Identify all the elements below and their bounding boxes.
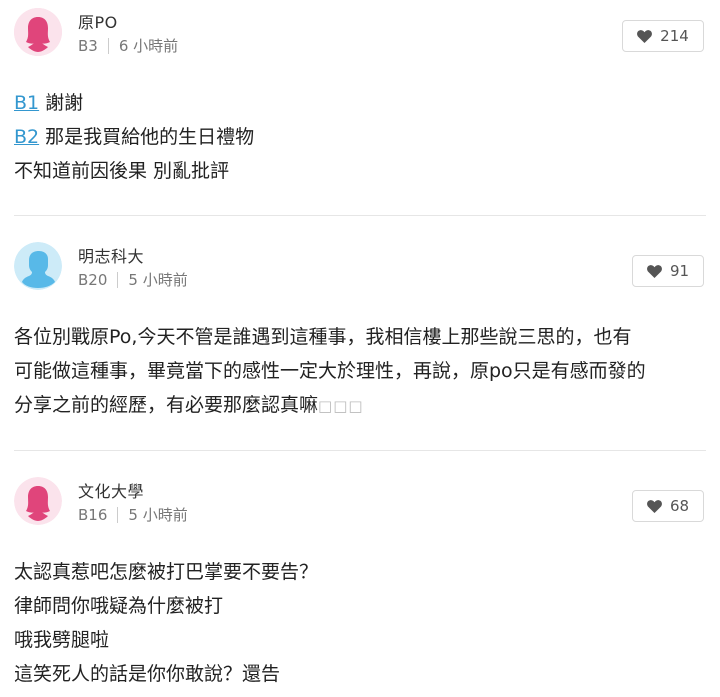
- comment-line: B1 謝謝: [14, 86, 708, 120]
- like-button[interactable]: 214: [622, 20, 704, 52]
- like-count: 68: [669, 497, 690, 515]
- comment-text: 分享之前的經歷，有必要那麼認真嘛: [14, 394, 319, 416]
- floor-number[interactable]: B3: [78, 37, 98, 55]
- female-avatar-icon[interactable]: [14, 477, 62, 525]
- comment-feed: 原PO B3 6 小時前 214 B1 謝謝 B2 那是我買給他的生日禮物 不知…: [0, 0, 720, 697]
- comment-body: 太認真惹吧怎麼被打巴掌要不要告？ 律師問你哦疑為什麼被打 哦我劈腿啦 這笑死人的…: [14, 555, 708, 691]
- comment-time: 5 小時前: [128, 506, 188, 524]
- comment-body: B1 謝謝 B2 那是我買給他的生日禮物 不知道前因後果 別亂批評: [14, 86, 708, 188]
- comment-author[interactable]: 明志科大: [78, 243, 144, 267]
- heart-icon: [647, 499, 662, 513]
- comment-line: 哦我劈腿啦: [14, 629, 110, 651]
- meta-divider: [117, 271, 119, 288]
- comment-line: 這笑死人的話是你你敢說？還告: [14, 663, 281, 685]
- comment-line: 太認真惹吧怎麼被打巴掌要不要告？: [14, 561, 319, 583]
- comment-time: 5 小時前: [128, 271, 188, 289]
- comment-meta: B20 5 小時前: [78, 269, 188, 290]
- heart-icon: [637, 29, 653, 43]
- unrendered-emoji: □□□: [318, 397, 364, 415]
- comment-line: 分享之前的經歷，有必要那麼認真嘛□□□: [14, 388, 708, 423]
- comment-meta: B16 5 小時前: [78, 504, 188, 525]
- comment-body: 各位別戰原Po,今天不管是誰遇到這種事，我相信樓上那些說三思的，也有 可能做這種…: [14, 320, 708, 423]
- comment-text: 不知道前因後果 別亂批評: [14, 160, 230, 182]
- comment-divider: [14, 215, 706, 216]
- comment-author[interactable]: 原PO: [78, 9, 118, 33]
- comment-line: 不知道前因後果 別亂批評: [14, 154, 708, 188]
- comment-line: 各位別戰原Po,今天不管是誰遇到這種事，我相信樓上那些說三思的，也有: [14, 326, 632, 348]
- comment-divider: [14, 450, 706, 451]
- floor-link[interactable]: B2: [14, 126, 39, 148]
- like-count: 91: [669, 262, 690, 280]
- meta-divider: [117, 506, 119, 523]
- comment-text: 謝謝: [39, 92, 84, 114]
- floor-number[interactable]: B20: [78, 271, 107, 289]
- male-avatar-icon[interactable]: [14, 242, 62, 290]
- floor-number[interactable]: B16: [78, 506, 107, 524]
- comment-text: 那是我買給他的生日禮物: [39, 126, 255, 148]
- meta-divider: [107, 37, 109, 54]
- female-avatar-icon[interactable]: [14, 8, 62, 56]
- like-count: 214: [660, 27, 689, 45]
- comment-line: 可能做這種事，畢竟當下的感性一定大於理性，再說，原po只是有感而發的: [14, 360, 646, 382]
- floor-link[interactable]: B1: [14, 92, 39, 114]
- comment-author[interactable]: 文化大學: [78, 478, 144, 502]
- heart-icon: [647, 264, 662, 278]
- comment-meta: B3 6 小時前: [78, 35, 178, 56]
- like-button[interactable]: 91: [632, 255, 704, 287]
- comment-line: B2 那是我買給他的生日禮物: [14, 120, 708, 154]
- like-button[interactable]: 68: [632, 490, 704, 522]
- comment-time: 6 小時前: [118, 37, 179, 55]
- comment-line: 律師問你哦疑為什麼被打: [14, 595, 224, 617]
